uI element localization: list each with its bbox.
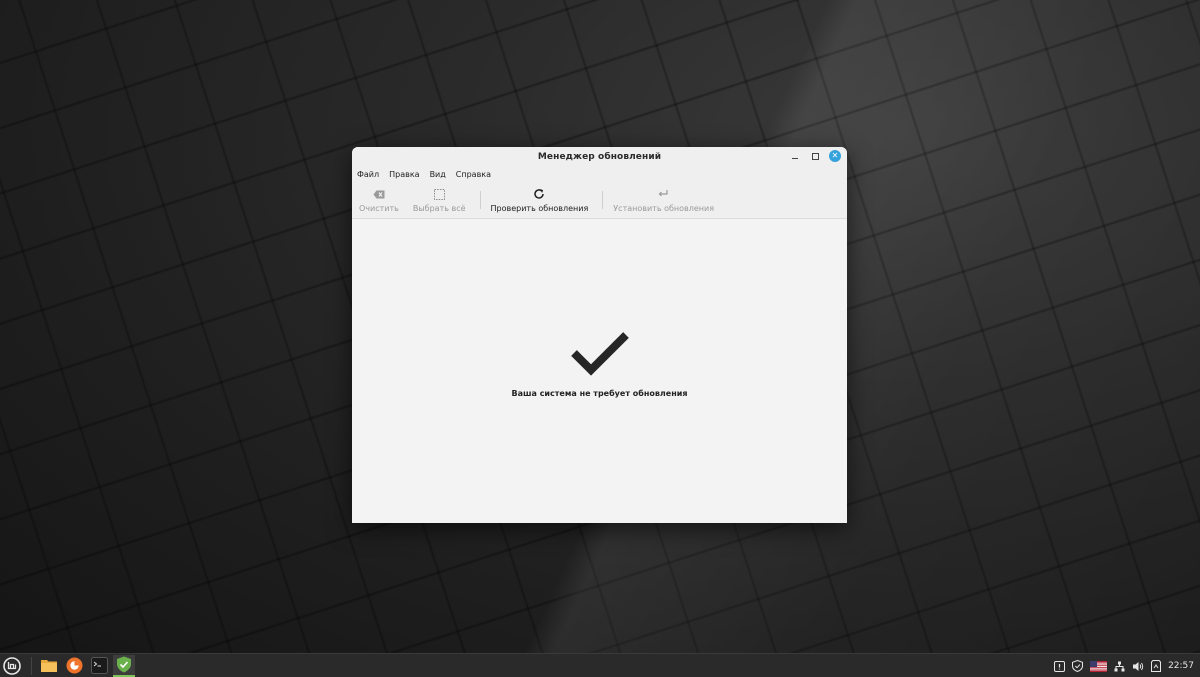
- close-button[interactable]: ✕: [829, 150, 841, 162]
- network-icon[interactable]: [1114, 661, 1125, 672]
- files-launcher[interactable]: [38, 655, 60, 677]
- menu-edit[interactable]: Правка: [389, 170, 419, 179]
- toolbar-separator: [602, 191, 604, 209]
- volume-icon[interactable]: [1132, 661, 1144, 672]
- check-updates-button[interactable]: Проверить обновления: [489, 185, 591, 215]
- shield-icon: [117, 656, 131, 673]
- system-tray: 22:57: [1054, 654, 1194, 677]
- install-updates-label: Установить обновления: [613, 203, 715, 213]
- clock[interactable]: 22:57: [1168, 661, 1194, 671]
- select-all-button[interactable]: Выбрать всё: [411, 185, 468, 215]
- window-titlebar[interactable]: Менеджер обновлений ✕: [352, 147, 847, 166]
- maximize-button[interactable]: [809, 150, 821, 162]
- menu-help[interactable]: Справка: [456, 170, 491, 179]
- main-content: Ваша система не требует обновления: [352, 219, 847, 523]
- linux-mint-logo-icon: [3, 656, 21, 675]
- notification-icon[interactable]: [1054, 660, 1066, 672]
- firefox-icon: [66, 657, 82, 674]
- firefox-launcher[interactable]: [63, 655, 85, 677]
- select-all-label: Выбрать всё: [412, 203, 466, 213]
- update-manager-taskbar-item[interactable]: [113, 654, 135, 677]
- folder-icon: [41, 660, 57, 672]
- refresh-icon: [533, 188, 545, 201]
- menu-file[interactable]: Файл: [357, 170, 379, 179]
- keyboard-layout-flag-icon[interactable]: [1090, 660, 1108, 672]
- menu-view[interactable]: Вид: [430, 170, 446, 179]
- mint-menu-button[interactable]: [1, 655, 23, 677]
- check-updates-label: Проверить обновления: [490, 203, 589, 213]
- menubar: Файл Правка Вид Справка: [352, 166, 847, 182]
- update-shield-tray-icon[interactable]: [1072, 660, 1084, 672]
- minimize-button[interactable]: [789, 150, 801, 162]
- backspace-icon: [373, 188, 385, 201]
- window-title: Менеджер обновлений: [537, 151, 662, 162]
- battery-icon[interactable]: [1151, 660, 1162, 672]
- checkmark-icon: [570, 331, 629, 381]
- selection-icon: [433, 188, 445, 201]
- toolbar-separator: [479, 191, 481, 209]
- toolbar: Очистить Выбрать всё Проверить обновлени…: [352, 182, 847, 219]
- enter-icon: [658, 188, 669, 201]
- clear-button[interactable]: Очистить: [357, 185, 401, 215]
- window-controls: ✕: [789, 150, 841, 162]
- terminal-launcher[interactable]: [88, 655, 110, 677]
- taskbar: 22:57: [0, 653, 1200, 677]
- update-manager-window: Менеджер обновлений ✕ Файл Правка Вид Сп…: [352, 147, 847, 523]
- terminal-icon: [90, 657, 108, 674]
- taskbar-separator: [31, 656, 32, 675]
- status-message: Ваша система не требует обновления: [511, 389, 688, 398]
- install-updates-button[interactable]: Установить обновления: [611, 185, 716, 215]
- clear-label: Очистить: [359, 203, 399, 213]
